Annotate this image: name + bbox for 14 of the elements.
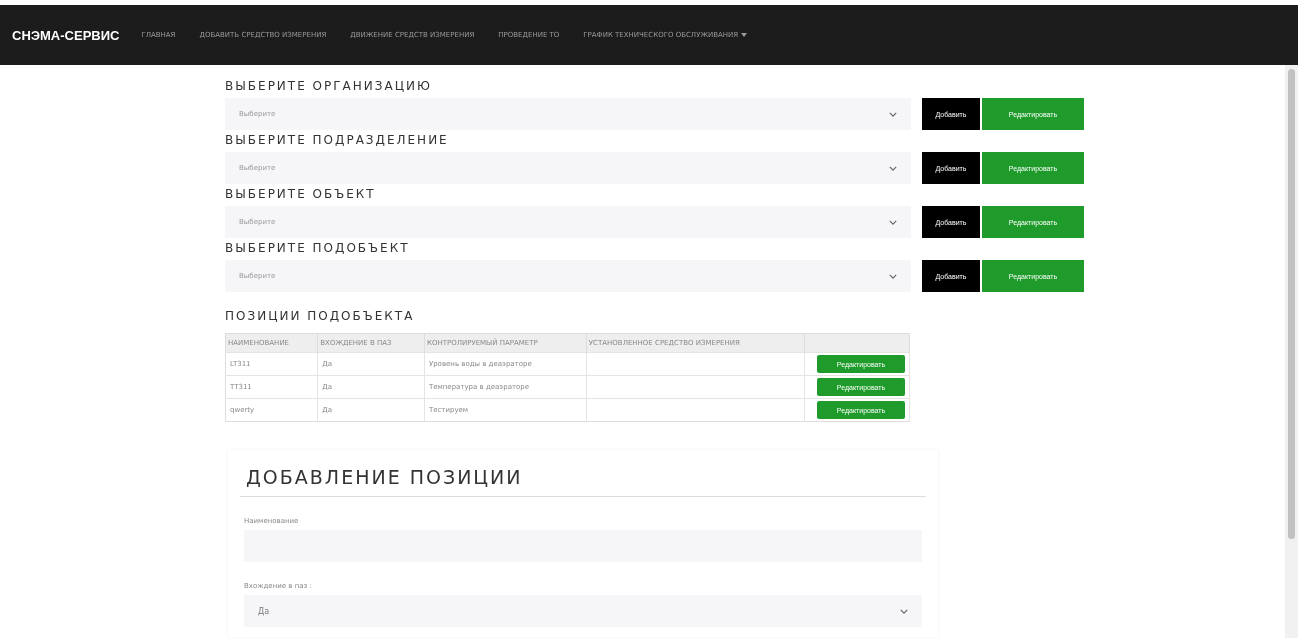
brand-logo[interactable]: СНЭМА-СЕРВИС	[12, 27, 120, 43]
select-label: ВЫБЕРИТЕ ОРГАНИЗАЦИЮ	[225, 78, 433, 95]
select-label: ВЫБЕРИТЕ ПОДРАЗДЕЛЕНИЕ	[225, 132, 450, 149]
form-title: ДОБАВЛЕНИЕ ПОЗИЦИИ	[240, 460, 926, 497]
chevron-down-icon	[889, 273, 897, 279]
chevron-down-icon	[889, 165, 897, 171]
chevron-down-icon	[889, 219, 897, 225]
chevron-down-icon	[900, 608, 908, 614]
select-label: ВЫБЕРИТЕ ОБЪЕКТ	[225, 186, 377, 203]
select-field[interactable]: Да	[244, 595, 922, 627]
select-label: ВЫБЕРИТЕ ПОДОБЪЕКТ	[225, 240, 411, 257]
scrollbar[interactable]	[1285, 65, 1298, 638]
section-title: ПОЗИЦИИ ПОДОБЪЕКТА	[225, 308, 416, 325]
chevron-down-icon	[889, 111, 897, 117]
